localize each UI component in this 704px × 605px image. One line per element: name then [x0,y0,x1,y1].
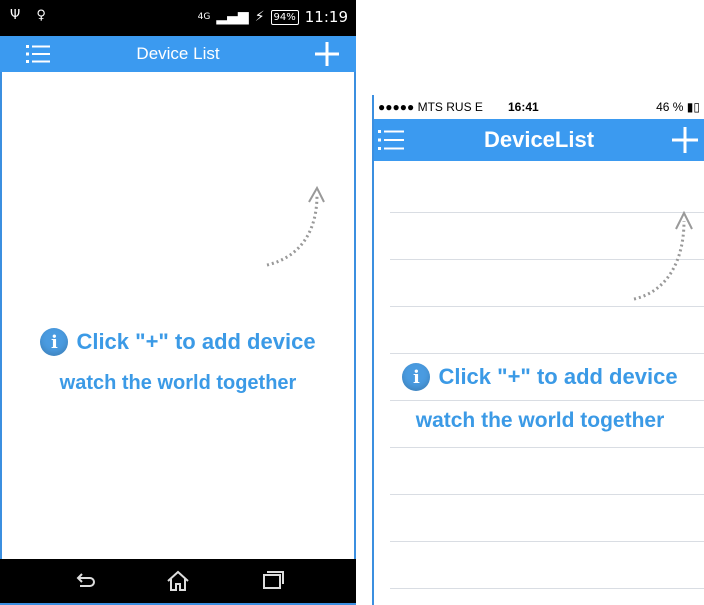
ios-navbar: DeviceList [374,119,704,161]
ios-screen: ●●●●● MTS RUS E 16:41 46 % ▮▯ DeviceList [372,95,704,605]
hint-line-2: watch the world together [59,372,297,394]
ios-status-bar: ●●●●● MTS RUS E 16:41 46 % ▮▯ [374,95,704,119]
info-icon: i [40,328,69,356]
back-icon[interactable] [74,570,98,590]
hint-line-1: Click "+" to add device [438,364,678,389]
android-system-nav [0,559,356,603]
network-indicator: 4G [197,12,211,22]
curved-arrow-icon [633,210,693,301]
signal-icon: ▂▄▆ [216,9,249,25]
page-title: Device List [136,44,220,63]
hint-line-1: Click "+" to add device [76,329,316,354]
battery-indicator: 46 % ▮▯ [656,100,700,114]
battery-indicator: 94% [270,9,299,25]
android-navbar: Device List [0,36,356,72]
curved-arrow-icon [266,185,325,267]
carrier-label: ●●●●● MTS RUS E [378,100,483,114]
device-list-empty: i Click "+" to add device watch the worl… [2,72,354,562]
recents-icon[interactable] [262,570,284,590]
page-title: DeviceList [483,127,595,152]
status-time: 11:19 [304,8,348,26]
status-time: 16:41 [508,100,539,114]
info-icon: i [402,363,431,391]
hint-line-2: watch the world together [415,409,665,432]
list-separator [390,541,704,542]
list-separator [390,494,704,495]
empty-hint: i Click "+" to add device watch the worl… [374,363,704,433]
empty-hint: i Click "+" to add device watch the worl… [2,328,354,395]
charging-icon: ⚡ [254,9,265,25]
home-icon[interactable] [166,570,190,592]
list-separator [390,447,704,448]
android-screen: Ψ ♀ 4G ▂▄▆ ⚡ 94% 11:19 Device List i Cli… [0,0,356,605]
android-status-bar: Ψ ♀ 4G ▂▄▆ ⚡ 94% 11:19 [0,0,356,36]
list-separator [390,588,704,589]
add-device-button[interactable] [315,42,339,66]
list-separator [390,353,704,354]
add-device-button[interactable] [672,127,698,153]
status-left-icons: Ψ ♀ [10,8,52,23]
